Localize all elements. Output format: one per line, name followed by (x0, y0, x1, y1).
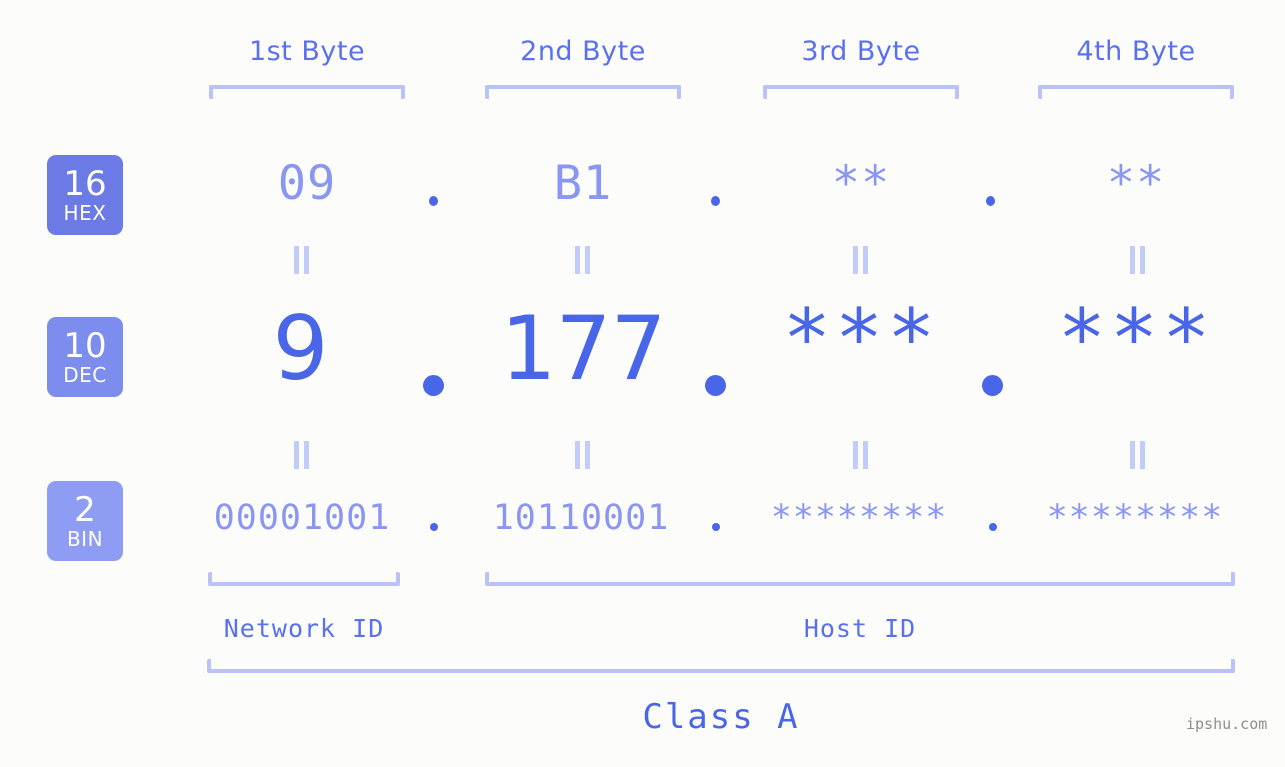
radix-badge-dec-number: 10 (63, 326, 107, 366)
radix-badge-hex-number: 16 (63, 164, 107, 204)
equals-icon-dec-bin-2 (571, 441, 593, 469)
radix-badge-bin: 2 BIN (47, 481, 123, 561)
radix-badge-bin-name: BIN (66, 527, 104, 551)
class-label: Class A (642, 697, 800, 737)
radix-badge-dec: 10 DEC (47, 317, 123, 397)
byte-bracket-4 (1038, 85, 1234, 99)
dec-byte-2: 177 (500, 297, 667, 400)
equals-icon-hex-dec-4 (1126, 246, 1148, 274)
hex-byte-2: B1 (553, 156, 613, 211)
bin-separator-dot-2 (712, 523, 720, 531)
radix-badge-hex-name: HEX (63, 201, 107, 225)
ip-address-breakdown-diagram: 1st Byte 2nd Byte 3rd Byte 4th Byte 16 H… (0, 0, 1285, 767)
byte-header-1: 1st Byte (248, 36, 366, 67)
bin-byte-3: ******** (770, 498, 948, 538)
bin-separator-dot-1 (430, 523, 438, 531)
byte-header-3: 3rd Byte (801, 36, 921, 67)
byte-bracket-3 (763, 85, 959, 99)
hex-separator-dot-2 (711, 196, 720, 206)
equals-icon-dec-bin-4 (1126, 441, 1148, 469)
hex-byte-3: ** (831, 156, 891, 211)
hex-byte-1: 09 (277, 156, 337, 211)
dec-separator-dot-2 (705, 375, 726, 396)
class-bracket (207, 659, 1235, 673)
watermark: ipshu.com (1186, 715, 1268, 733)
equals-icon-hex-dec-1 (290, 246, 312, 274)
radix-badge-bin-number: 2 (74, 490, 96, 530)
byte-bracket-1 (209, 85, 405, 99)
dec-byte-3: *** (782, 292, 940, 385)
radix-badge-hex: 16 HEX (47, 155, 123, 235)
bin-byte-1: 00001001 (213, 498, 391, 538)
network-id-bracket (208, 572, 400, 586)
host-id-label: Host ID (803, 614, 917, 643)
hex-separator-dot-3 (986, 196, 995, 206)
byte-header-4: 4th Byte (1076, 36, 1196, 67)
hex-separator-dot-1 (429, 196, 438, 206)
bin-byte-2: 10110001 (492, 498, 670, 538)
bin-separator-dot-3 (989, 523, 997, 531)
equals-icon-dec-bin-3 (849, 441, 871, 469)
network-id-label: Network ID (223, 614, 385, 643)
byte-header-2: 2nd Byte (520, 36, 646, 67)
dec-separator-dot-1 (423, 375, 444, 396)
dec-byte-4: *** (1057, 292, 1215, 385)
host-id-bracket (485, 572, 1235, 586)
dec-byte-1: 9 (272, 297, 329, 400)
dec-separator-dot-3 (982, 375, 1003, 396)
radix-badge-dec-name: DEC (63, 363, 107, 387)
equals-icon-hex-dec-3 (849, 246, 871, 274)
byte-bracket-2 (485, 85, 681, 99)
bin-byte-4: ******** (1046, 498, 1224, 538)
equals-icon-dec-bin-1 (290, 441, 312, 469)
hex-byte-4: ** (1106, 156, 1166, 211)
equals-icon-hex-dec-2 (571, 246, 593, 274)
